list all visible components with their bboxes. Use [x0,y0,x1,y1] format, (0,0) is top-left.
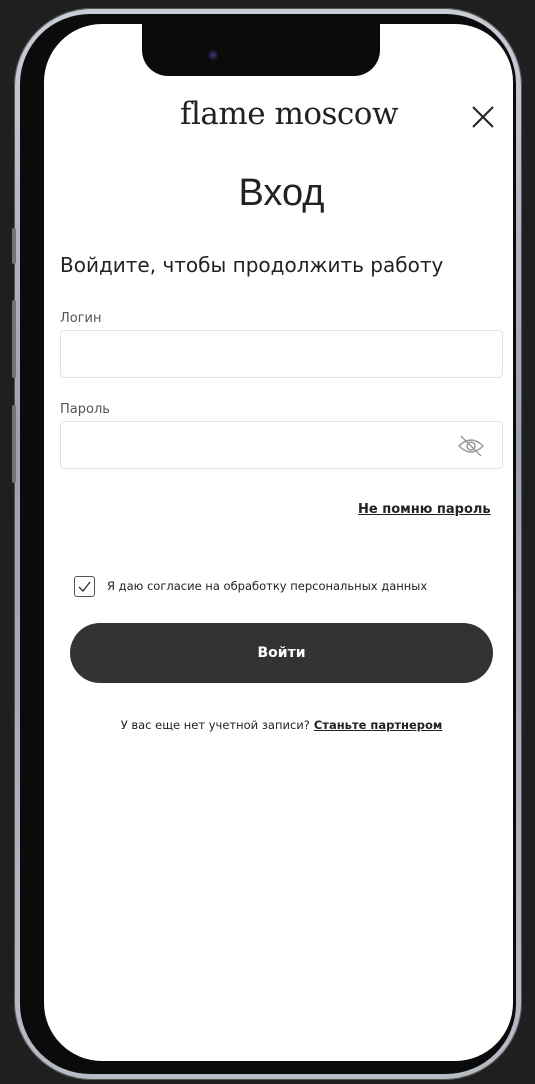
side-button [12,405,16,483]
signup-link[interactable]: Станьте партнером [314,718,442,732]
login-label: Логин [60,311,102,326]
eye-off-icon[interactable] [456,432,486,460]
consent-checkbox[interactable] [74,576,95,597]
signup-prompt-row: У вас еще нет учетной записи? Станьте пар… [0,718,535,732]
notch [142,24,380,76]
close-icon [472,106,494,128]
close-button[interactable] [470,104,496,130]
password-label: Пароль [60,402,110,417]
login-input[interactable] [61,331,502,377]
camera-icon [208,50,218,60]
brand-logo: flame moscow [180,96,399,132]
forgot-password-link[interactable]: Не помню пароль [358,502,491,517]
side-button [12,228,16,264]
page-subtitle: Войдите, чтобы продолжить работу [60,253,444,277]
page-title: Вход [238,172,325,214]
password-input[interactable] [61,422,502,468]
consent-label: Я даю согласие на обработку персональных… [107,579,428,593]
signup-prompt: У вас еще нет учетной записи? [120,718,310,732]
login-field-container [60,330,503,378]
checkmark-icon [78,581,91,593]
side-button [12,300,16,378]
login-button[interactable]: Войти [70,623,493,683]
password-field-container [60,421,503,469]
